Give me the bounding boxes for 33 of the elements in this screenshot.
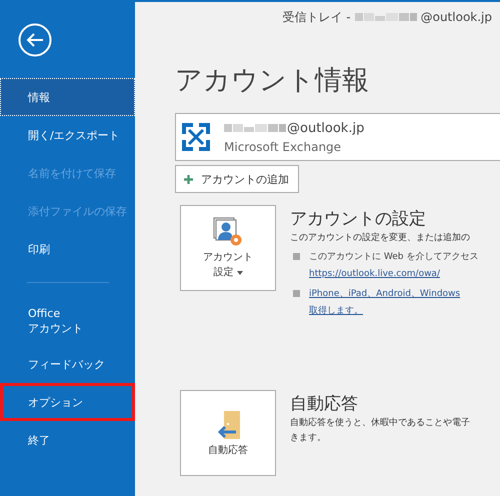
- sidebar-item[interactable]: 終了: [0, 421, 135, 459]
- bullet-text: このアカウントに Web を介してアクセス: [309, 250, 478, 264]
- header-email: @outlook.jp: [420, 10, 492, 24]
- page-title: アカウント情報: [175, 64, 370, 98]
- header-text: 受信トレイ -: [282, 8, 351, 26]
- sidebar-item[interactable]: オプション: [0, 383, 135, 421]
- account-card[interactable]: @outlook.jp Microsoft Exchange: [175, 113, 500, 161]
- sidebar-item[interactable]: フィードバック: [0, 345, 135, 383]
- auto-reply-button[interactable]: 自動応答: [180, 390, 276, 476]
- section-title: 自動応答: [290, 393, 359, 416]
- section-title: アカウントの設定: [290, 208, 427, 231]
- exchange-icon: [181, 122, 211, 152]
- plus-icon: [184, 174, 193, 184]
- account-settings-button[interactable]: アカウント 設定: [180, 205, 276, 291]
- sidebar-item[interactable]: 情報: [0, 78, 135, 116]
- account-type: Microsoft Exchange: [224, 140, 342, 154]
- section-description: 自動応答を使うと、休暇中であることや電子: [290, 416, 470, 430]
- back-icon[interactable]: [18, 23, 52, 57]
- add-account-button[interactable]: アカウントの追加: [175, 165, 299, 193]
- bullet-icon: [293, 290, 300, 297]
- section-description: きます。: [290, 432, 327, 445]
- blurred-text: [224, 123, 286, 133]
- sidebar-item[interactable]: 印刷: [0, 230, 135, 268]
- blurred-text: [354, 12, 417, 22]
- account-settings-icon: [212, 216, 244, 248]
- section-description: このアカウントの設定を変更、または追加の: [290, 232, 471, 245]
- account-email: @outlook.jp: [287, 120, 364, 136]
- link[interactable]: 取得します。: [309, 303, 460, 320]
- link[interactable]: iPhone、iPad、Android、Windows: [309, 286, 460, 303]
- sidebar-item[interactable]: 開く/エクスポート: [0, 116, 135, 154]
- link[interactable]: https://outlook.live.com/owa/: [309, 266, 478, 283]
- sidebar-item[interactable]: Office アカウント: [0, 297, 135, 345]
- bullet-icon: [293, 253, 300, 260]
